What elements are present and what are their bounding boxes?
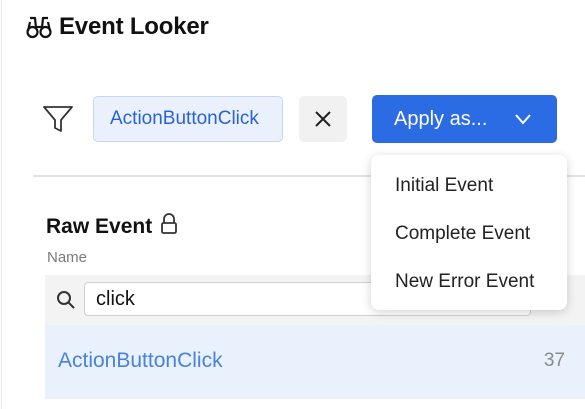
apply-as-dropdown-menu: Initial Event Complete Event New Error E… xyxy=(371,155,567,310)
column-header-name[interactable]: Name xyxy=(47,249,87,266)
left-border xyxy=(1,0,2,409)
binoculars-icon xyxy=(25,13,53,41)
clear-filter-button[interactable] xyxy=(299,96,347,142)
filter-icon[interactable] xyxy=(42,103,74,135)
menu-item-initial-event[interactable]: Initial Event xyxy=(395,175,493,197)
page-title: Event Looker xyxy=(59,13,209,40)
filter-chip-label: ActionButtonClick xyxy=(110,108,259,129)
chevron-down-icon xyxy=(515,114,531,125)
event-name: ActionButtonClick xyxy=(58,349,223,372)
apply-as-label: Apply as... xyxy=(394,107,488,130)
search-input-value: click xyxy=(96,287,135,310)
search-icon xyxy=(55,289,77,311)
menu-item-complete-event[interactable]: Complete Event xyxy=(395,223,530,245)
lock-icon xyxy=(160,213,178,240)
page-header: Event Looker xyxy=(25,10,209,44)
close-icon xyxy=(315,111,331,127)
menu-item-new-error-event[interactable]: New Error Event xyxy=(395,271,534,293)
raw-event-title: Raw Event xyxy=(46,214,153,238)
filter-chip[interactable]: ActionButtonClick xyxy=(93,96,283,142)
event-count: 37 xyxy=(543,350,565,371)
table-row[interactable]: ActionButtonClick 37 xyxy=(45,325,585,399)
apply-as-button[interactable]: Apply as... xyxy=(372,95,557,143)
raw-event-header: Raw Event xyxy=(46,213,178,240)
